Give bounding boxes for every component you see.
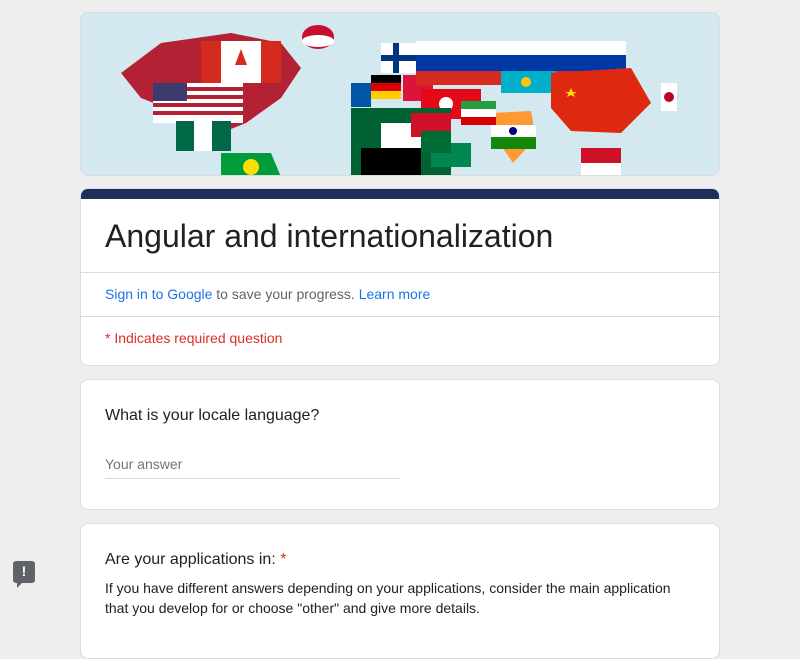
question-description: If you have different answers depending … — [105, 580, 671, 616]
question-card: What is your locale language? — [80, 379, 720, 510]
question-card: Are your applications in: * If you have … — [80, 523, 720, 659]
accent-bar — [81, 189, 719, 199]
answer-input[interactable] — [105, 450, 400, 479]
required-note: * Indicates required question — [105, 330, 283, 346]
question-title: Are your applications in: * — [105, 550, 695, 570]
signin-text: to save your progress. — [212, 286, 359, 302]
signin-link[interactable]: Sign in to Google — [105, 286, 212, 302]
question-title: What is your locale language? — [105, 407, 320, 424]
header-banner-image — [80, 12, 720, 176]
learn-more-link[interactable]: Learn more — [359, 286, 431, 302]
signin-row: Sign in to Google to save your progress.… — [81, 273, 719, 317]
form-header-card: Angular and internationalization Sign in… — [80, 188, 720, 366]
feedback-icon[interactable]: ! — [13, 561, 35, 588]
form-container: Angular and internationalization Sign in… — [80, 12, 720, 659]
form-title: Angular and internationalization — [81, 199, 719, 273]
question-title-text: Are your applications in: — [105, 551, 276, 568]
required-star: * — [280, 551, 287, 568]
